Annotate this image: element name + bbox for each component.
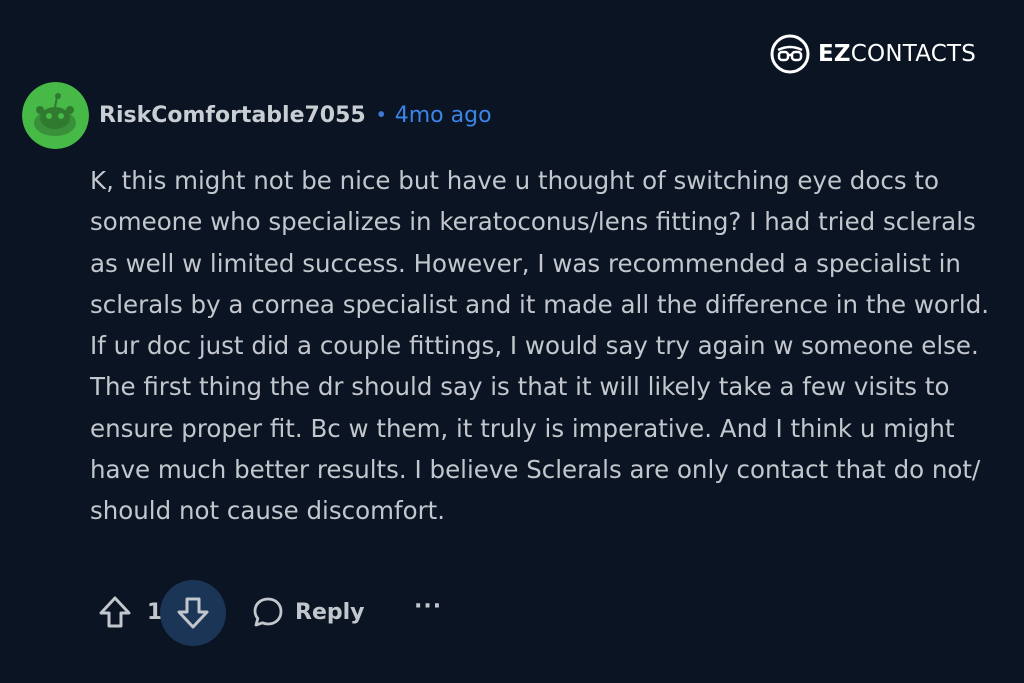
comment-body: K, this might not be nice but have u tho…: [90, 166, 990, 526]
more-options-icon[interactable]: ···: [414, 594, 442, 619]
brand-logo: EZCONTACTS: [770, 34, 976, 74]
reply-button[interactable]: Reply: [251, 595, 365, 629]
comment-header: RiskComfortable7055 • 4mo ago: [22, 82, 492, 149]
brand-name-rest: CONTACTS: [850, 41, 977, 67]
downvote-icon: [177, 597, 209, 629]
comment-timestamp[interactable]: 4mo ago: [395, 103, 492, 128]
downvote-button[interactable]: [160, 580, 226, 646]
comment-username[interactable]: RiskComfortable7055: [99, 103, 366, 128]
separator-dot: •: [377, 104, 385, 126]
comment-bubble-icon: [253, 597, 283, 627]
brand-name: EZCONTACTS: [818, 41, 976, 67]
ez-glasses-logo-icon: [770, 34, 810, 74]
reply-label: Reply: [295, 599, 365, 625]
reddit-snoo-avatar-icon: [22, 82, 89, 149]
avatar[interactable]: [22, 82, 89, 149]
comment-actions: 1 Reply ···: [96, 578, 496, 648]
brand-name-bold: EZ: [818, 41, 851, 67]
upvote-icon[interactable]: [96, 593, 134, 631]
